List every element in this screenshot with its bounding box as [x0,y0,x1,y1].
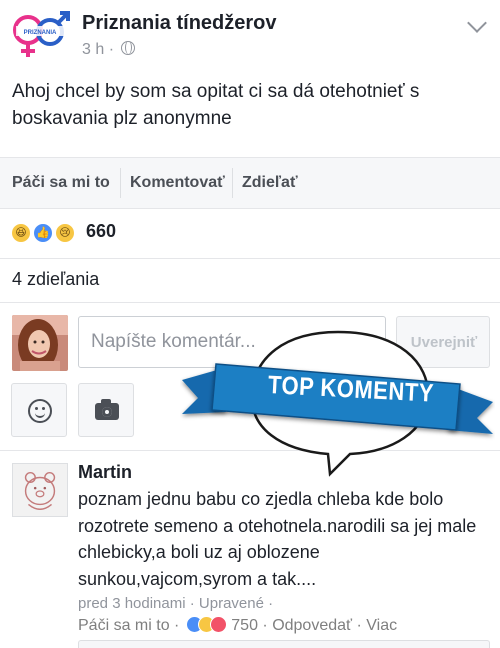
commenter-avatar[interactable] [12,463,68,517]
globe-icon [121,41,136,55]
user-avatar [12,315,68,371]
emoji-button[interactable] [11,383,67,437]
meta-separator: · [108,41,115,58]
post-action-bar: Páči sa mi to Komentovať Zdieľať [0,157,500,209]
comment-text: poznam jednu babu co zjedla chleba kde b… [78,489,477,589]
comment-like-button[interactable]: Páči sa mi to [78,617,170,634]
photo-button[interactable] [78,383,134,437]
comment-author[interactable]: Martin [78,462,132,483]
comment-timestamp[interactable]: pred 3 hodinami [78,595,186,612]
like-reaction-icon: 👍 [32,222,54,244]
shares-row[interactable]: 4 zdieľania [0,259,500,303]
post-header: PRIZNANIA Priznania tínedžerov 3 h · [0,0,500,68]
shares-count[interactable]: 4 zdieľania [12,269,99,290]
comment-meta: pred 3 hodinami · Upravené · [78,595,274,612]
reply-preview-box [78,640,490,648]
comment-reaction-count[interactable]: 750 [231,617,258,634]
action-divider [232,168,233,198]
reaction-count[interactable]: 660 [86,221,116,242]
chevron-down-icon[interactable] [467,13,487,33]
post-time[interactable]: 3 h [82,41,104,58]
more-button[interactable]: Viac [366,617,397,634]
love-reaction-icon [209,616,227,633]
post-text: Ahoj chcel by som sa opitat ci sa dá ote… [12,81,420,129]
smile-icon [28,399,52,423]
comment-button[interactable]: Komentovať [130,174,225,192]
reply-button[interactable]: Odpovedať [272,617,352,634]
like-button[interactable]: Páči sa mi to [12,174,110,192]
post-meta: 3 h · [82,41,136,59]
edited-label[interactable]: Upravené [199,595,264,612]
comment-actions: Páči sa mi to · 750 · Odpovedať · Viac [78,616,398,634]
page-logo[interactable]: PRIZNANIA [10,10,72,60]
svg-text:PRIZNANIA: PRIZNANIA [24,30,57,36]
page-name[interactable]: Priznania tínedžerov [82,12,277,35]
action-divider [120,168,121,198]
reactions-summary[interactable]: 😆 👍 😢 660 [0,209,500,259]
haha-reaction-icon: 😆 [10,222,32,244]
camera-icon [95,399,119,420]
sad-reaction-icon: 😢 [54,222,76,244]
share-button[interactable]: Zdieľať [242,174,298,192]
